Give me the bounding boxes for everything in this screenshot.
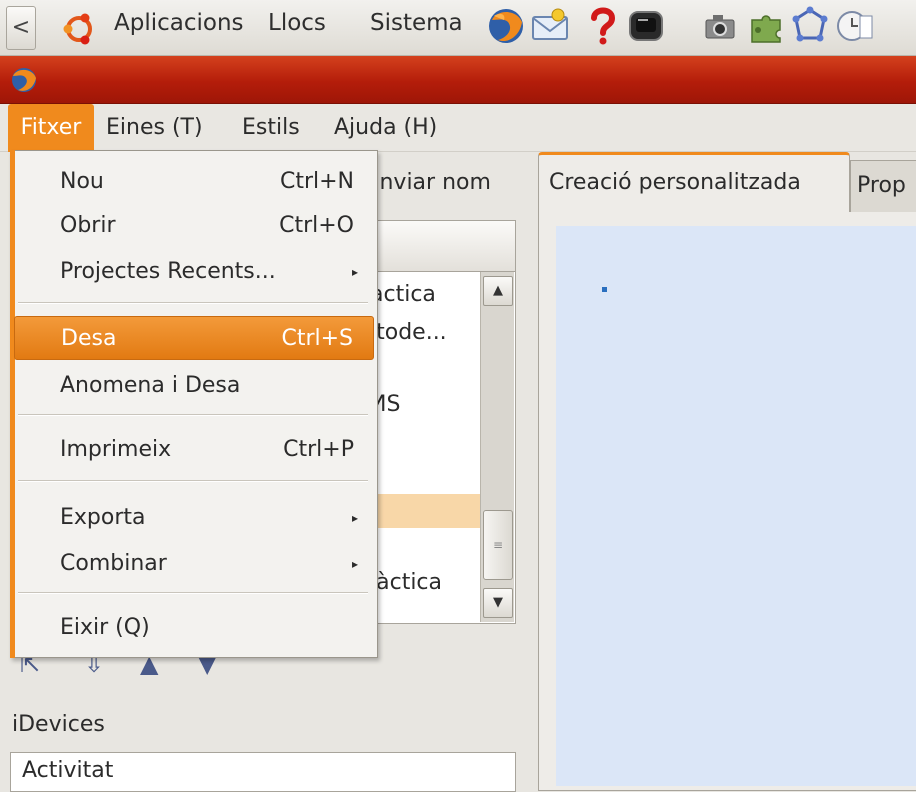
- menu-estils[interactable]: Estils: [236, 104, 306, 152]
- menu-item-shortcut: Ctrl+N: [279, 169, 354, 194]
- menu-item-projectes-recents[interactable]: Projectes Recents... ▸: [14, 250, 374, 294]
- menu-item-shortcut: Ctrl+O: [279, 213, 354, 238]
- menu-separator: [18, 480, 368, 482]
- submenu-arrow-icon: ▸: [351, 511, 358, 525]
- panel-menu-sistema[interactable]: Sistema: [370, 10, 463, 36]
- menu-item-label: Combinar: [60, 551, 167, 576]
- menu-item-eixir[interactable]: Eixir (Q): [14, 606, 374, 650]
- idevices-heading: iDevices: [12, 712, 105, 737]
- menu-item-label: Eixir (Q): [60, 615, 150, 640]
- scroll-down-button[interactable]: ▼: [483, 588, 513, 618]
- text-cursor-marker: [602, 287, 607, 292]
- menu-fitxer[interactable]: Fitxer: [8, 104, 94, 152]
- outline-scrollbar[interactable]: ▲ ≡ ▼: [480, 272, 514, 622]
- tab-propietats[interactable]: Prop: [850, 160, 916, 212]
- screen-icon[interactable]: [626, 6, 666, 46]
- top-panel: < Aplicacions Llocs Sistema: [0, 0, 916, 56]
- outline-column-header: [366, 220, 516, 272]
- menu-separator: [18, 414, 368, 416]
- menu-item-obrir[interactable]: Obrir Ctrl+O: [14, 204, 374, 248]
- puzzle-icon[interactable]: [746, 6, 786, 46]
- menu-ajuda[interactable]: Ajuda (H): [328, 104, 443, 152]
- menu-item-label: Nou: [60, 169, 104, 194]
- clock-notes-icon[interactable]: [834, 6, 874, 46]
- camera-icon[interactable]: [700, 6, 740, 46]
- help-icon[interactable]: [582, 6, 622, 46]
- menu-item-shortcut: Ctrl+P: [283, 437, 354, 462]
- tab-creacio-personalitzada[interactable]: Creació personalitzada: [538, 152, 850, 212]
- menu-item-combinar[interactable]: Combinar ▸: [14, 542, 374, 586]
- panel-menu-llocs[interactable]: Llocs: [268, 10, 326, 36]
- menu-separator: [18, 592, 368, 594]
- firefox-icon[interactable]: [486, 6, 526, 46]
- panel-scroll-left-button[interactable]: <: [6, 6, 36, 50]
- menu-item-anomena-i-desa[interactable]: Anomena i Desa: [14, 364, 374, 408]
- outline-item[interactable]: ıtode...: [370, 320, 447, 345]
- scroll-thumb[interactable]: ≡: [483, 510, 513, 580]
- window-titlebar[interactable]: [0, 56, 916, 104]
- mail-icon[interactable]: [530, 6, 570, 46]
- ubuntu-logo-icon[interactable]: [62, 12, 96, 46]
- menu-item-exporta[interactable]: Exporta ▸: [14, 496, 374, 540]
- menu-item-label: Obrir: [60, 213, 116, 238]
- panel-menu-aplicacions[interactable]: Aplicacions: [114, 10, 244, 36]
- submenu-arrow-icon: ▸: [351, 557, 358, 571]
- network-icon[interactable]: [790, 6, 830, 46]
- idevice-item[interactable]: Activitat: [22, 758, 113, 783]
- menu-item-label: Projectes Recents...: [60, 259, 276, 284]
- menu-item-label: Anomena i Desa: [60, 373, 241, 398]
- menu-item-label: Imprimeix: [60, 437, 172, 462]
- menu-eines[interactable]: Eines (T): [100, 104, 209, 152]
- menu-item-desa[interactable]: Desa Ctrl+S: [14, 316, 374, 360]
- menubar: Fitxer Eines (T) Estils Ajuda (H): [0, 104, 916, 152]
- outline-item[interactable]: àctica: [370, 282, 436, 307]
- scroll-up-button[interactable]: ▲: [483, 276, 513, 306]
- submenu-arrow-icon: ▸: [351, 265, 358, 279]
- outline-selected-row[interactable]: [367, 494, 480, 528]
- menu-item-shortcut: Ctrl+S: [281, 326, 353, 351]
- menu-item-label: Desa: [61, 326, 117, 351]
- rename-button[interactable]: anviar nom: [366, 170, 491, 195]
- menu-item-nou[interactable]: Nou Ctrl+N: [14, 160, 374, 204]
- menu-item-label: Exporta: [60, 505, 146, 530]
- outline-item[interactable]: làctica: [370, 570, 442, 595]
- authoring-canvas[interactable]: [556, 226, 916, 786]
- menu-separator: [18, 302, 368, 304]
- menu-item-imprimeix[interactable]: Imprimeix Ctrl+P: [14, 428, 374, 472]
- firefox-icon: [12, 68, 36, 92]
